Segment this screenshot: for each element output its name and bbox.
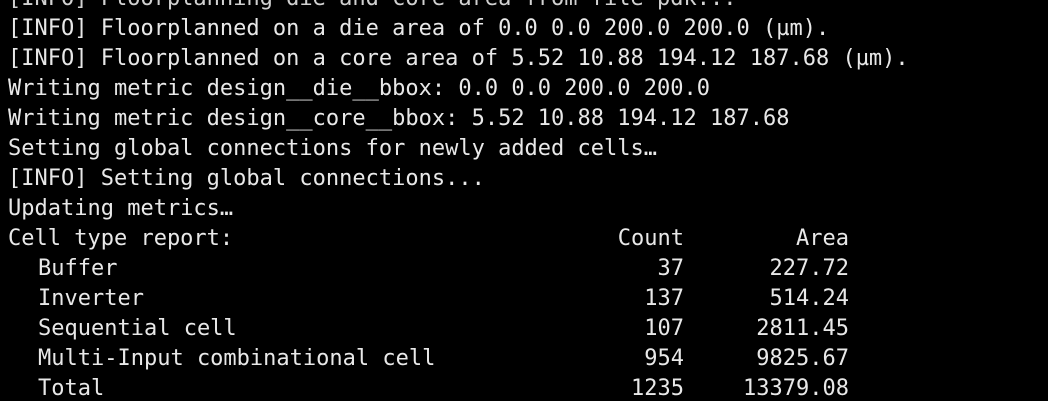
- terminal-output: [INFO] Floorplanning die and core area f…: [8, 0, 909, 401]
- report-total-row: Total 1235 13379.08: [8, 374, 909, 401]
- cell-area: 9825.67: [756, 346, 849, 371]
- cell-area: 514.24: [769, 286, 849, 311]
- cell-count: 1235: [631, 376, 684, 401]
- log-line: Setting global connections for newly add…: [8, 136, 658, 161]
- cell-count: 37: [657, 256, 685, 281]
- log-line: [INFO] Setting global connections...: [8, 166, 485, 191]
- terminal-window[interactable]: [INFO] Floorplanning die and core area f…: [0, 0, 1048, 401]
- report-row: Inverter 137 514.24: [8, 284, 909, 314]
- report-row: Sequential cell 107 2811.45: [8, 314, 909, 344]
- cell-type-name: Buffer: [38, 256, 118, 281]
- cell-count: 137: [644, 286, 684, 311]
- cell-area: 227.72: [769, 256, 849, 281]
- cell-count: 954: [644, 346, 684, 371]
- log-line: Updating metrics…: [8, 196, 234, 221]
- log-line: [INFO] Floorplanned on a die area of 0.0…: [8, 16, 830, 41]
- report-header-row: Cell type report: Count Area: [8, 224, 909, 254]
- cell-type-name: Sequential cell: [38, 316, 237, 341]
- cell-type-name: Multi-Input combinational cell: [38, 346, 436, 371]
- count-header: Count: [617, 226, 684, 251]
- log-line: [INFO] Floorplanned on a core area of 5.…: [8, 46, 909, 71]
- cell-type-name: Total: [38, 376, 105, 401]
- cell-area: 13379.08: [743, 376, 849, 401]
- report-row: Buffer 37 227.72: [8, 254, 909, 284]
- log-line: Writing metric design__die__bbox: 0.0 0.…: [8, 76, 710, 101]
- cell-area: 2811.45: [756, 316, 849, 341]
- report-title: Cell type report:: [8, 226, 234, 251]
- area-header: Area: [796, 226, 849, 251]
- cell-type-name: Inverter: [38, 286, 144, 311]
- report-row: Multi-Input combinational cell 954 9825.…: [8, 344, 909, 374]
- cell-count: 107: [644, 316, 684, 341]
- log-line: [INFO] Floorplanning die and core area f…: [8, 0, 909, 14]
- log-line: Writing metric design__core__bbox: 5.52 …: [8, 106, 790, 131]
